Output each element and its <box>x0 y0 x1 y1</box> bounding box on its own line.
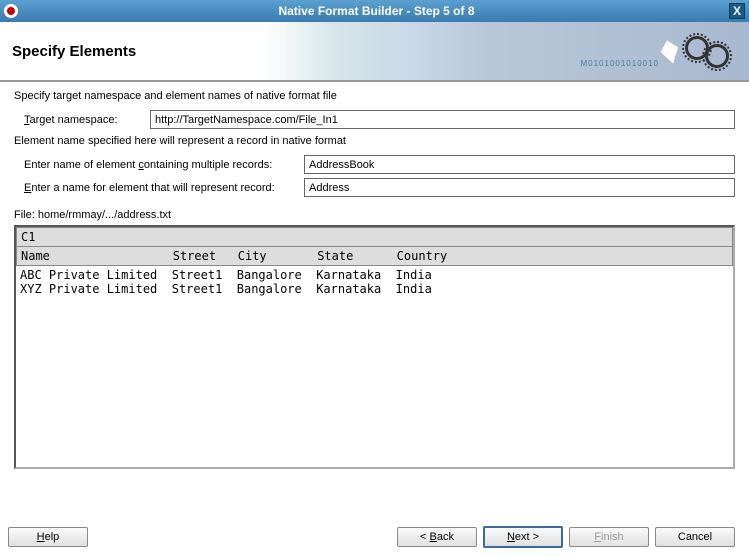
container-label: Enter name of element containing multipl… <box>14 159 304 171</box>
gear-icon <box>705 44 729 68</box>
file-path-label: File: home/rmmay/.../address.txt <box>14 209 735 221</box>
preview-data[interactable]: ABC Private Limited Street1 Bangalore Ka… <box>16 266 733 467</box>
preview-group-header[interactable]: C1 <box>16 227 733 247</box>
preview-columns: Name Street City State Country <box>16 247 733 266</box>
container-row: Enter name of element containing multipl… <box>14 155 735 174</box>
cancel-button[interactable]: Cancel <box>655 527 735 547</box>
namespace-label: Target namespace: <box>14 114 150 126</box>
namespace-input[interactable] <box>150 110 735 129</box>
app-icon <box>4 4 18 18</box>
wizard-header: Specify Elements M0101001010010 <box>0 22 749 82</box>
back-button[interactable]: < Back <box>397 527 477 547</box>
table-row[interactable]: XYZ Private Limited Street1 Bangalore Ka… <box>20 282 729 296</box>
content-area: Specify target namespace and element nam… <box>0 82 749 520</box>
binary-text: M0101001010010 <box>580 59 659 68</box>
record-row: Enter a name for element that will repre… <box>14 178 735 197</box>
window-title: Native Format Builder - Step 5 of 8 <box>24 4 729 18</box>
table-row[interactable]: ABC Private Limited Street1 Bangalore Ka… <box>20 268 729 282</box>
help-button[interactable]: Help <box>8 527 88 547</box>
page-title: Specify Elements <box>12 43 136 60</box>
finish-button: Finish <box>569 527 649 547</box>
namespace-row: Target namespace: <box>14 110 735 129</box>
preview-box: C1 Name Street City State Country ABC Pr… <box>14 225 735 469</box>
next-button[interactable]: Next > <box>483 526 563 548</box>
subtext: Element name specified here will represe… <box>14 135 735 147</box>
titlebar: Native Format Builder - Step 5 of 8 X <box>0 0 749 22</box>
footer: Help < Back Next > Finish Cancel <box>0 520 749 554</box>
kite-icon <box>658 38 682 66</box>
close-icon[interactable]: X <box>729 3 745 19</box>
container-input[interactable] <box>304 155 735 174</box>
record-label: Enter a name for element that will repre… <box>14 182 304 194</box>
header-decoration: M0101001010010 <box>639 30 729 74</box>
instruction-text: Specify target namespace and element nam… <box>14 90 735 102</box>
record-input[interactable] <box>304 178 735 197</box>
